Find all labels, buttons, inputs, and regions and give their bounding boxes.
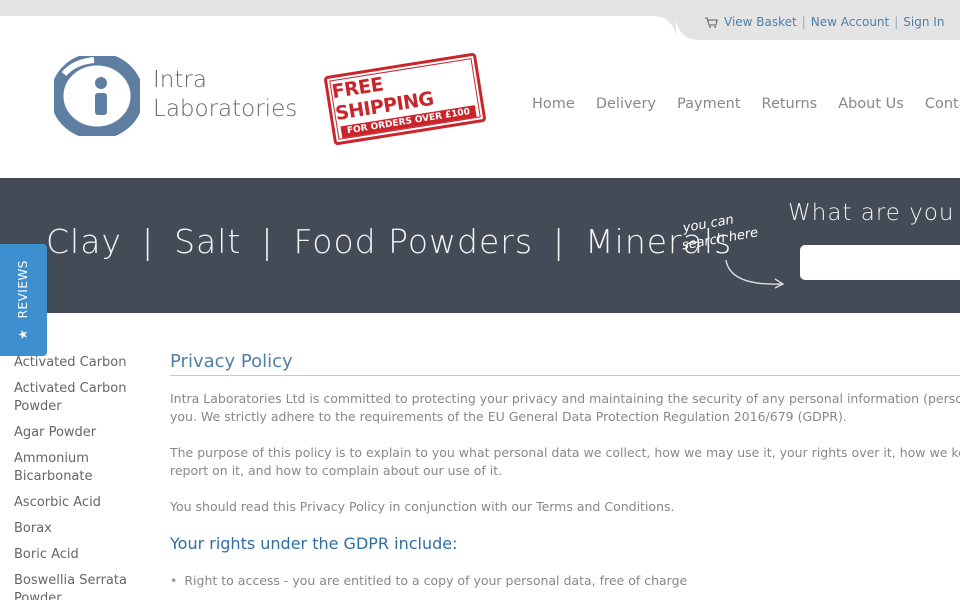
intro-paragraph: Intra Laboratories Ltd is committed to p… xyxy=(170,391,960,424)
intra-logo-icon[interactable] xyxy=(54,56,140,136)
nav-payment[interactable]: Payment xyxy=(677,96,740,112)
logo-text[interactable]: Intra Laboratories xyxy=(153,66,297,124)
terms-paragraph: You should read this Privacy Policy in c… xyxy=(170,499,675,514)
search-hint: you can search here xyxy=(680,212,760,254)
nav-home[interactable]: Home xyxy=(532,96,575,112)
page-title: Privacy Policy xyxy=(170,351,960,376)
search-title: What are you l xyxy=(788,200,960,226)
category-clay[interactable]: Clay xyxy=(46,222,122,261)
nav-contact[interactable]: Contact xyxy=(925,96,960,112)
view-basket-link[interactable]: View Basket xyxy=(724,15,797,29)
sidebar-item-agar-powder[interactable]: Agar Powder xyxy=(14,424,134,442)
rights-heading: Your rights under the GDPR include: xyxy=(170,534,458,553)
basket-icon xyxy=(705,17,718,28)
nav-returns[interactable]: Returns xyxy=(762,96,818,112)
search-input[interactable] xyxy=(800,245,960,280)
hint-arrow-icon xyxy=(725,259,785,289)
account-links: View Basket | New Account | Sign In xyxy=(704,15,944,29)
new-account-link[interactable]: New Account xyxy=(811,15,889,29)
category-salt[interactable]: Salt xyxy=(174,222,241,261)
rights-list: Right to access - you are entitled to a … xyxy=(170,572,960,590)
main-nav: Home Delivery Payment Returns About Us C… xyxy=(532,96,960,112)
privacy-content: Privacy Policy Intra Laboratories Ltd is… xyxy=(170,351,960,590)
category-links: Clay | Salt | Food Powders | Minerals xyxy=(46,222,733,261)
sidebar-item-ammonium-bicarbonate[interactable]: Ammonium Bicarbonate xyxy=(14,450,134,486)
product-sidebar: Activated Carbon Activated Carbon Powder… xyxy=(14,354,134,600)
reviews-tab[interactable]: ★ REVIEWS xyxy=(0,244,47,356)
nav-delivery[interactable]: Delivery xyxy=(596,96,656,112)
purpose-paragraph: The purpose of this policy is to explain… xyxy=(170,445,960,478)
nav-about-us[interactable]: About Us xyxy=(838,96,904,112)
sidebar-item-ascorbic-acid[interactable]: Ascorbic Acid xyxy=(14,494,134,512)
star-icon: ★ xyxy=(16,328,30,340)
category-banner: Clay | Salt | Food Powders | Minerals yo… xyxy=(0,178,960,313)
category-food-powders[interactable]: Food Powders xyxy=(294,222,534,261)
sidebar-item-activated-carbon-powder[interactable]: Activated Carbon Powder xyxy=(14,380,134,416)
list-item: Right to access - you are entitled to a … xyxy=(170,572,960,590)
sidebar-item-boswellia-serrata-powder[interactable]: Boswellia Serrata Powder xyxy=(14,572,134,600)
sidebar-item-activated-carbon[interactable]: Activated Carbon xyxy=(14,354,134,372)
free-shipping-stamp: FREE SHIPPING FOR ORDERS OVER £100 xyxy=(323,52,487,146)
sidebar-item-borax[interactable]: Borax xyxy=(14,520,134,538)
sidebar-item-boric-acid[interactable]: Boric Acid xyxy=(14,546,134,564)
sign-in-link[interactable]: Sign In xyxy=(903,15,944,29)
